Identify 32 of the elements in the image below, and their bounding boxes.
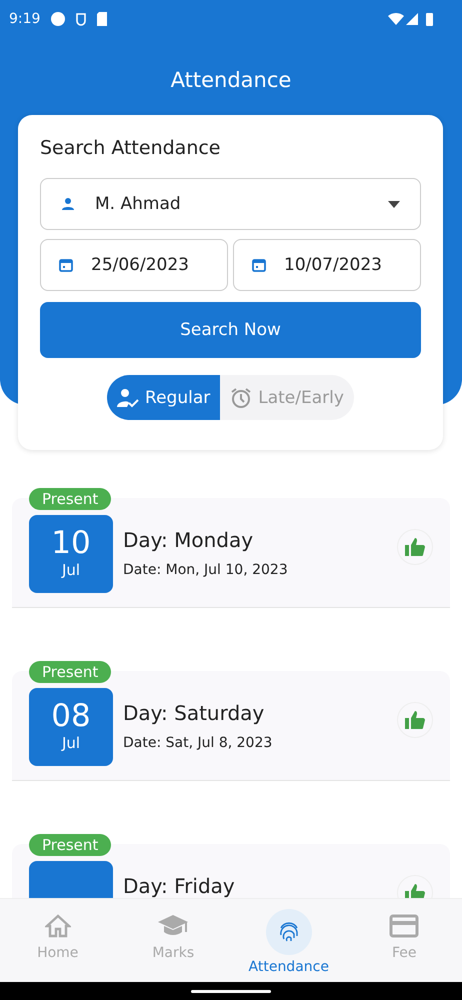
status-badge: Present	[29, 834, 112, 856]
home-icon	[44, 914, 71, 938]
dropdown-caret-icon	[388, 200, 400, 208]
date-label: Date: Mon, Jul 10, 2023	[123, 562, 289, 578]
to-date-field[interactable]: 10/07/2023	[233, 239, 421, 291]
alarm-clock-icon	[230, 386, 252, 408]
mode-tab[interactable]: Late/Early	[220, 375, 354, 420]
search-heading: Search Attendance	[40, 137, 222, 159]
person-icon	[61, 197, 75, 211]
date-tile: 08 Jul	[29, 688, 113, 766]
fingerprint-icon	[278, 920, 300, 944]
day-label: Day: Saturday	[123, 701, 266, 725]
nav-tab[interactable]: Attendance	[231, 899, 346, 983]
gesture-handle[interactable]	[191, 990, 271, 992]
credit-card-icon	[389, 914, 420, 938]
page-title: Attendance	[170, 68, 292, 92]
status-time: 9:19	[9, 11, 40, 27]
calendar-icon	[252, 258, 266, 272]
day-label: Day: Monday	[123, 528, 254, 552]
calendar-icon	[59, 258, 73, 272]
person-check-icon	[117, 388, 140, 408]
student-dropdown[interactable]: M. Ahmad	[40, 178, 421, 230]
status-badge: Present	[29, 488, 112, 510]
sd-card-icon	[96, 12, 108, 26]
search-button[interactable]: Search Now	[40, 302, 421, 358]
status-badge: Present	[29, 661, 112, 683]
circle-icon	[50, 11, 66, 27]
day-label: Day: Friday	[123, 874, 236, 898]
date-label: Date: Sat, Jul 8, 2023	[123, 735, 274, 751]
mode-tab[interactable]: Regular	[107, 375, 220, 420]
from-date-field[interactable]: 25/06/2023	[40, 239, 228, 291]
date-tile: 10 Jul	[29, 515, 113, 593]
